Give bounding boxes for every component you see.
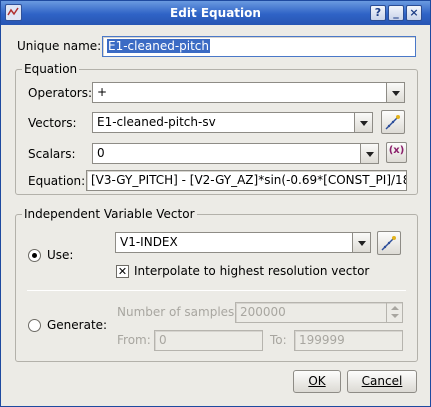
from-input[interactable]: 0	[154, 330, 263, 351]
to-input[interactable]: 199999	[294, 330, 403, 351]
ok-button[interactable]: OK	[293, 370, 341, 393]
edit-vector-button[interactable]	[381, 110, 405, 134]
from-label: From:	[117, 333, 151, 347]
edit-equation-dialog: Edit Equation ? _ × Unique name: E1-clea…	[0, 0, 431, 407]
equation-input[interactable]: [V3-GY_PITCH] - [V2-GY_AZ]*sin(-0.69*[CO…	[86, 170, 407, 191]
to-label: To:	[270, 333, 287, 347]
unique-name-input[interactable]: E1-cleaned-pitch	[102, 36, 416, 57]
operators-label: Operators:	[28, 86, 93, 100]
title-bar: Edit Equation ? _ ×	[1, 1, 430, 25]
generate-radio[interactable]	[28, 319, 41, 332]
scalar-x-icon: (x)	[388, 145, 405, 156]
ivv-group-title: Independent Variable Vector	[22, 207, 197, 221]
edit-scalar-button[interactable]: (x)	[386, 142, 407, 163]
operators-dropdown-button[interactable]	[386, 83, 404, 102]
interpolate-checkbox[interactable]: ✕	[116, 265, 129, 278]
close-button[interactable]: ×	[406, 5, 422, 21]
operators-value: +	[97, 85, 108, 99]
vector-wizard-icon	[385, 115, 400, 130]
vectors-value: E1-cleaned-pitch-sv	[97, 115, 216, 129]
ivv-separator	[27, 290, 406, 291]
samples-input[interactable]: 200000	[235, 302, 403, 323]
edit-ivv-vector-button[interactable]	[377, 231, 401, 255]
scalars-value: 0	[97, 146, 105, 160]
scalars-dropdown-button[interactable]	[360, 144, 378, 163]
scalars-label: Scalars:	[28, 147, 76, 161]
operators-select[interactable]: +	[92, 82, 405, 103]
from-value: 0	[159, 333, 167, 347]
samples-spinner[interactable]	[386, 303, 402, 322]
interpolate-label: Interpolate to highest resolution vector	[134, 264, 370, 278]
scalars-select[interactable]: 0	[92, 143, 379, 164]
vectors-select[interactable]: E1-cleaned-pitch-sv	[92, 112, 373, 133]
vector-wizard-icon	[381, 236, 396, 251]
unique-name-value: E1-cleaned-pitch	[107, 39, 211, 53]
ok-button-label: OK	[308, 374, 326, 388]
vectors-dropdown-button[interactable]	[354, 113, 372, 132]
samples-value: 200000	[240, 305, 286, 319]
window-title: Edit Equation	[170, 6, 261, 20]
use-radio[interactable]	[28, 249, 41, 262]
generate-label: Generate:	[47, 318, 108, 332]
equation-value: [V3-GY_PITCH] - [V2-GY_AZ]*sin(-0.69*[CO…	[91, 173, 407, 187]
cancel-button[interactable]: Cancel	[347, 370, 417, 393]
samples-label: Number of samples:	[117, 305, 239, 319]
unique-name-label: Unique name:	[17, 39, 102, 53]
vectors-label: Vectors:	[28, 116, 77, 130]
ivv-vector-dropdown-button[interactable]	[352, 233, 370, 252]
to-value: 199999	[299, 333, 345, 347]
equation-label: Equation:	[28, 174, 86, 188]
help-button[interactable]: ?	[370, 5, 386, 21]
ivv-vector-select[interactable]: V1-INDEX	[115, 232, 371, 253]
cancel-button-label: Cancel	[361, 374, 403, 388]
ivv-vector-value: V1-INDEX	[120, 235, 178, 249]
equation-group-title: Equation	[22, 62, 80, 76]
use-label: Use:	[47, 248, 74, 262]
minimize-button[interactable]: _	[388, 5, 404, 21]
